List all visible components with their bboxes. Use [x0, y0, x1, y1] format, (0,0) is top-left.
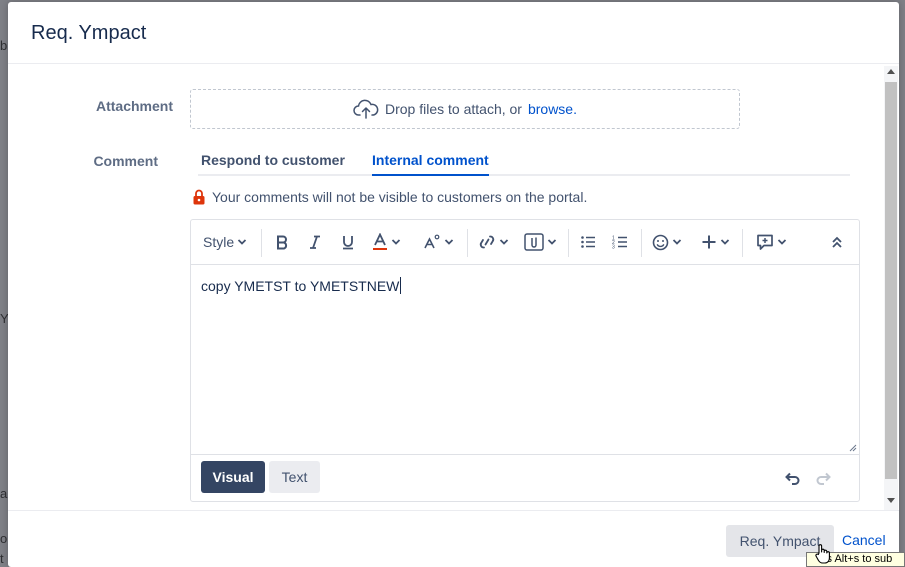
emoji-button[interactable] [652, 230, 682, 254]
chevron-down-icon [672, 239, 682, 245]
editor-text: copy YMETST to YMETSTNEW [201, 278, 400, 294]
background-text: o [0, 531, 8, 546]
toolbar-divider [568, 229, 569, 257]
chevron-down-icon [499, 239, 509, 245]
background-text: b [0, 38, 8, 53]
collapse-icon [832, 236, 842, 248]
editor-toolbar: Style 1 2 3 [191, 220, 859, 265]
text-mode-button[interactable]: Text [269, 461, 320, 493]
toolbar-divider [742, 229, 743, 257]
svg-text:3: 3 [612, 245, 615, 251]
attachment-icon [524, 233, 544, 251]
scroll-up-arrow-icon[interactable] [887, 68, 895, 74]
lock-icon [193, 189, 205, 205]
emoji-icon [652, 234, 669, 250]
tab-internal-comment[interactable]: Internal comment [372, 152, 489, 176]
underline-icon [343, 236, 353, 250]
comment-label: Comment [93, 153, 158, 169]
text-caret [400, 277, 402, 294]
chevron-down-icon [720, 239, 730, 245]
comment-tabs: Respond to customer Internal comment [198, 146, 850, 176]
italic-button[interactable] [307, 230, 323, 254]
toolbar-divider [261, 229, 262, 257]
insert-button[interactable] [701, 230, 730, 254]
formatting-icon [424, 234, 440, 249]
numbered-list-button[interactable]: 123 [612, 230, 628, 254]
scroll-down-arrow-icon[interactable] [887, 498, 895, 504]
comment-icon [757, 234, 773, 250]
attachment-label: Attachment [95, 98, 173, 114]
link-icon [479, 235, 495, 249]
chevron-down-icon [444, 239, 454, 245]
resize-handle-icon[interactable] [848, 443, 857, 452]
editor-footer: Visual Text [191, 454, 859, 501]
toolbar-divider [641, 229, 642, 257]
background-text: a [0, 486, 8, 501]
text-color-button[interactable] [372, 230, 401, 254]
modal-scrollbar[interactable] [884, 66, 898, 510]
background-text: t [0, 551, 4, 566]
collapse-toolbar-button[interactable] [831, 230, 843, 254]
toolbar-divider [467, 229, 468, 257]
chevron-down-icon [547, 239, 557, 245]
chevron-down-icon [777, 239, 787, 245]
visual-mode-button[interactable]: Visual [201, 461, 265, 493]
style-dropdown[interactable]: Style [203, 230, 247, 254]
link-button[interactable] [478, 230, 509, 254]
formatting-button[interactable] [423, 230, 454, 254]
request-modal: Req. Ympact Attachment Drop files to att… [8, 2, 899, 567]
cloud-upload-icon [353, 99, 379, 119]
bold-icon [277, 235, 288, 250]
text-color-icon [373, 233, 387, 250]
browse-link[interactable]: browse. [528, 101, 577, 117]
tab-respond-to-customer[interactable]: Respond to customer [201, 152, 345, 174]
scrollbar-thumb[interactable] [885, 82, 897, 479]
bullet-list-icon [581, 236, 595, 248]
notice-text: Your comments will not be visible to cus… [212, 189, 588, 205]
underline-button[interactable] [340, 230, 356, 254]
redo-icon[interactable] [815, 469, 833, 487]
cancel-button[interactable]: Cancel [842, 532, 886, 548]
plus-icon [702, 235, 716, 249]
attachment-button[interactable] [524, 230, 557, 254]
dropzone-text: Drop files to attach, or [385, 101, 522, 117]
editor-content[interactable]: copy YMETST to YMETSTNEW [201, 277, 402, 294]
modal-header: Req. Ympact [8, 2, 899, 64]
comment-editor: Style 1 2 3 copy YMETST to YMETSTNEW Vis… [190, 219, 860, 502]
numbered-list-icon: 123 [612, 236, 627, 251]
bullet-list-button[interactable] [580, 230, 596, 254]
visibility-notice: Your comments will not be visible to cus… [192, 189, 587, 205]
chevron-down-icon [237, 239, 247, 245]
style-label: Style [203, 234, 235, 250]
bold-button[interactable] [274, 230, 290, 254]
hand-cursor-icon [815, 544, 830, 564]
modal-footer: Req. Ympact Cancel [8, 510, 899, 567]
attachment-dropzone[interactable]: Drop files to attach, or browse. [190, 89, 740, 129]
comment-insert-button[interactable] [756, 230, 787, 254]
modal-title: Req. Ympact [31, 22, 147, 44]
italic-icon [310, 235, 320, 249]
chevron-down-icon [391, 239, 401, 245]
undo-icon[interactable] [783, 469, 801, 487]
modal-body: Attachment Drop files to attach, or brow… [8, 64, 899, 512]
